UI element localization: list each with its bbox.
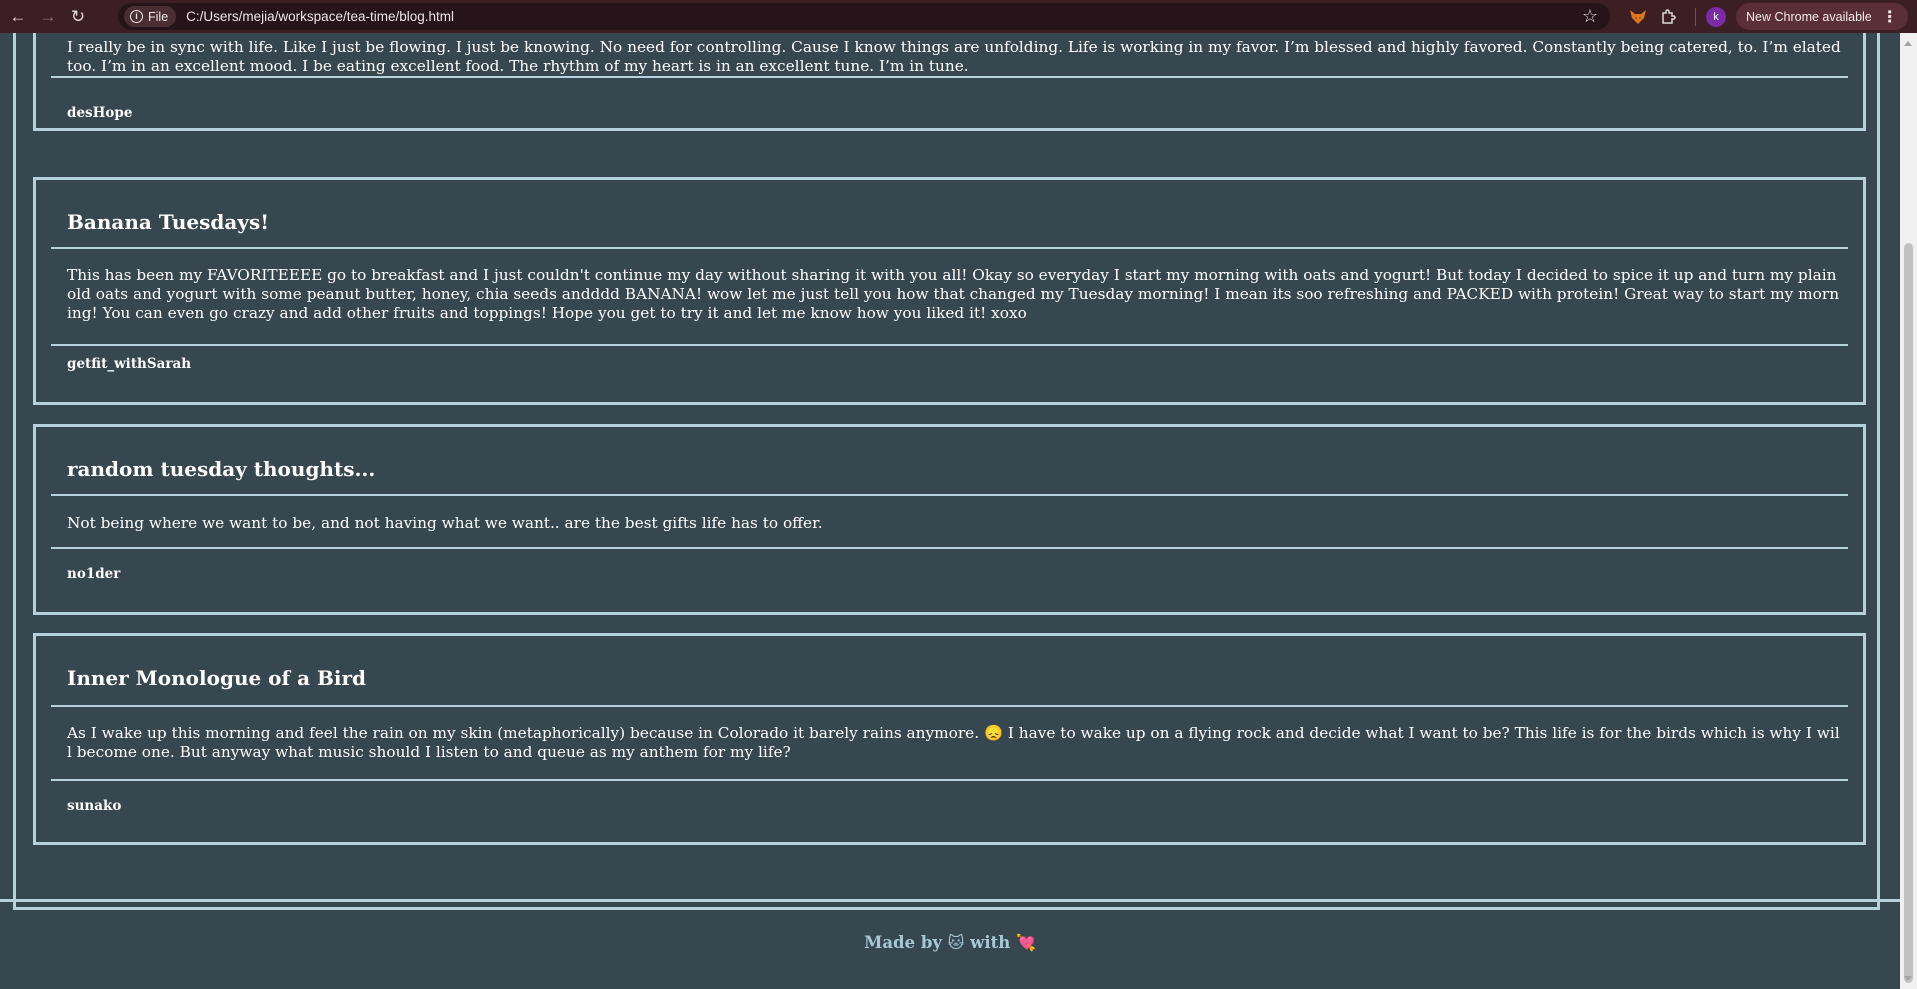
url-text[interactable]: C:/Users/mejia/workspace/tea-time/blog.h… bbox=[186, 9, 454, 24]
post-divider bbox=[51, 494, 1848, 496]
address-bar[interactable]: i File C:/Users/mejia/workspace/tea-time… bbox=[118, 3, 1610, 30]
scroll-down-icon[interactable] bbox=[1904, 976, 1912, 981]
reload-button[interactable]: ↻ bbox=[64, 3, 92, 31]
scrollbar-thumb[interactable] bbox=[1904, 243, 1913, 983]
page-viewport: I really be in sync with life. Like I ju… bbox=[0, 33, 1900, 989]
footer-with: with bbox=[970, 933, 1011, 952]
post-divider bbox=[51, 76, 1848, 78]
profile-avatar[interactable]: k bbox=[1706, 6, 1726, 27]
more-menu-icon[interactable]: ⋮ bbox=[1882, 7, 1898, 27]
blog-post: Inner Monologue of a Bird As I wake up t… bbox=[33, 633, 1866, 845]
post-body: I really be in sync with life. Like I ju… bbox=[67, 38, 1841, 75]
post-title: random tuesday thoughts... bbox=[67, 457, 376, 481]
post-divider bbox=[51, 779, 1848, 781]
toolbar-divider bbox=[1695, 7, 1696, 26]
footer-made-by: Made by bbox=[864, 933, 942, 952]
update-chrome-button[interactable]: New Chrome available ⋮ bbox=[1736, 3, 1908, 30]
scheme-label: File bbox=[148, 9, 169, 24]
browser-toolbar: ← → ↻ i File C:/Users/mejia/workspace/te… bbox=[0, 0, 1917, 33]
post-author: getfit_withSarah bbox=[67, 356, 192, 372]
post-body: Not being where we want to be, and not h… bbox=[67, 514, 823, 532]
vertical-scrollbar[interactable] bbox=[1900, 33, 1917, 989]
post-author: sunako bbox=[67, 798, 122, 814]
site-info-chip[interactable]: i File bbox=[124, 6, 177, 27]
post-author: desHope bbox=[67, 105, 133, 121]
reload-icon: ↻ bbox=[70, 6, 86, 26]
extensions-puzzle-icon[interactable] bbox=[1651, 4, 1685, 30]
blog-post: I really be in sync with life. Like I ju… bbox=[33, 33, 1866, 131]
post-body: As I wake up this morning and feel the r… bbox=[67, 724, 1840, 761]
forward-button[interactable]: → bbox=[34, 3, 62, 31]
post-title: Inner Monologue of a Bird bbox=[67, 666, 367, 690]
post-divider bbox=[51, 547, 1848, 549]
scroll-up-icon[interactable] bbox=[1904, 41, 1912, 46]
cat-icon: 🐱 bbox=[947, 933, 965, 952]
post-title: Banana Tuesdays! bbox=[67, 210, 270, 234]
footer-divider bbox=[0, 899, 1900, 902]
blog-post: random tuesday thoughts... Not being whe… bbox=[33, 424, 1866, 615]
post-author: no1der bbox=[67, 566, 121, 582]
star-icon[interactable]: ☆ bbox=[1582, 6, 1598, 27]
post-divider bbox=[51, 247, 1848, 249]
arrow-left-icon: ← bbox=[9, 6, 27, 26]
post-body: This has been my FAVORITEEEE go to break… bbox=[67, 266, 1840, 322]
post-divider bbox=[51, 705, 1848, 707]
heart-icon: 💘 bbox=[1015, 933, 1036, 952]
footer: Made by 🐱 with 💘 bbox=[0, 933, 1900, 952]
post-divider bbox=[51, 344, 1848, 346]
arrow-right-icon: → bbox=[39, 6, 57, 26]
back-button[interactable]: ← bbox=[4, 3, 32, 31]
update-label: New Chrome available bbox=[1746, 9, 1872, 24]
blog-post: Banana Tuesdays! This has been my FAVORI… bbox=[33, 177, 1866, 405]
extension-fox-icon[interactable] bbox=[1625, 4, 1651, 30]
info-icon: i bbox=[130, 10, 143, 23]
